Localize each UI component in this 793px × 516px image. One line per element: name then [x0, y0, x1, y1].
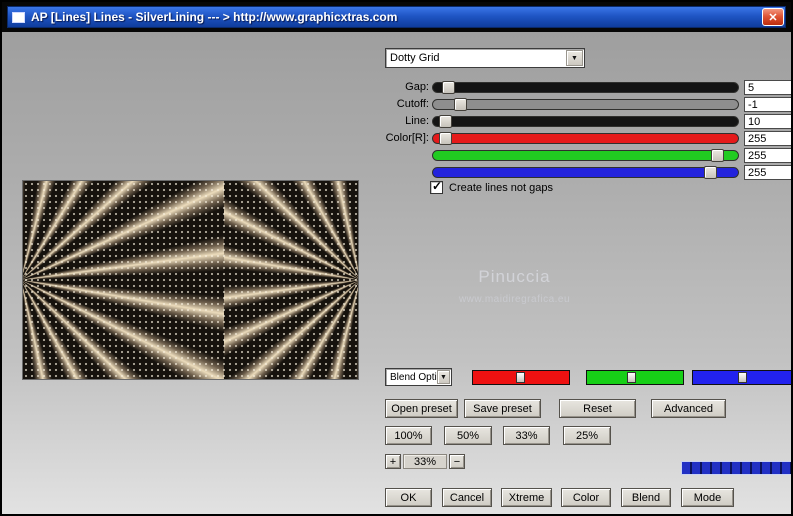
advanced-button[interactable]: Advanced — [651, 399, 726, 418]
color-b-slider[interactable] — [432, 166, 739, 179]
titlebar[interactable]: AP [Lines] Lines - SilverLining --- > ht… — [7, 6, 786, 28]
close-icon: ✕ — [768, 11, 778, 24]
cutoff-slider-handle[interactable] — [454, 98, 468, 111]
cutoff-label: Cutoff: — [396, 98, 429, 110]
color-g-value-field[interactable] — [744, 148, 791, 163]
zoom-level-display: 33% — [403, 454, 447, 469]
line-value-field[interactable] — [744, 114, 791, 129]
gap-slider-handle[interactable] — [442, 81, 456, 94]
plugin-dialog: AP [Lines] Lines - SilverLining --- > ht… — [0, 0, 793, 516]
ok-button[interactable]: OK — [385, 488, 432, 507]
param-row-gap: Gap: — [377, 80, 791, 96]
line-label: Line: — [405, 115, 429, 127]
blend-red-slider[interactable] — [472, 370, 570, 385]
line-slider-handle[interactable] — [439, 115, 453, 128]
progress-bar — [681, 461, 791, 475]
color-g-slider[interactable] — [432, 149, 739, 162]
watermark: Pinuccia www.maidiregrafica.eu — [407, 267, 622, 305]
chevron-down-icon[interactable]: ▼ — [566, 50, 583, 66]
cutoff-slider[interactable] — [432, 98, 739, 111]
param-row-color-r: Color[R]: — [377, 131, 791, 147]
color-r-label: Color[R]: — [385, 132, 429, 144]
reset-button[interactable]: Reset — [559, 399, 636, 418]
close-button[interactable]: ✕ — [762, 8, 784, 26]
check-icon: ✓ — [432, 179, 443, 193]
blend-blue-slider[interactable] — [692, 370, 791, 385]
color-b-value-field[interactable] — [744, 165, 791, 180]
cutoff-value-field[interactable] — [744, 97, 791, 112]
watermark-url: www.maidiregrafica.eu — [458, 294, 571, 305]
preset-dropdown[interactable]: Dotty Grid ▼ — [385, 48, 585, 68]
save-preset-button[interactable]: Save preset — [464, 399, 541, 418]
color-button[interactable]: Color — [561, 488, 611, 507]
gap-label: Gap: — [405, 81, 429, 93]
blend-green-slider-thumb[interactable] — [627, 372, 637, 383]
color-r-slider[interactable] — [432, 132, 739, 145]
zoom-50-button[interactable]: 50% — [444, 426, 492, 445]
blend-green-slider[interactable] — [586, 370, 684, 385]
blend-red-slider-thumb[interactable] — [516, 372, 526, 383]
zoom-out-button[interactable]: − — [449, 454, 465, 469]
checkbox-label: Create lines not gaps — [449, 181, 553, 194]
preview-image — [22, 180, 359, 380]
gap-value-field[interactable] — [744, 80, 791, 95]
color-b-slider-handle[interactable] — [704, 166, 718, 179]
mode-button[interactable]: Mode — [681, 488, 734, 507]
checkbox-box[interactable]: ✓ — [430, 179, 443, 194]
watermark-name: Pinuccia — [478, 267, 551, 286]
blend-blue-slider-thumb[interactable] — [738, 372, 748, 383]
blend-options-value: Blend Opti — [390, 371, 437, 383]
create-lines-checkbox[interactable]: ✓ Create lines not gaps — [430, 179, 553, 194]
cancel-button[interactable]: Cancel — [442, 488, 492, 507]
window-icon — [12, 11, 25, 23]
zoom-in-button[interactable]: + — [385, 454, 401, 469]
xtreme-button[interactable]: Xtreme — [501, 488, 552, 507]
preset-dropdown-value: Dotty Grid — [390, 52, 440, 64]
zoom-33-button[interactable]: 33% — [503, 426, 550, 445]
zoom-100-button[interactable]: 100% — [385, 426, 432, 445]
color-r-value-field[interactable] — [744, 131, 791, 146]
blend-button[interactable]: Blend — [621, 488, 671, 507]
color-r-slider-handle[interactable] — [439, 132, 453, 145]
chevron-down-icon[interactable]: ▼ — [437, 370, 450, 384]
open-preset-button[interactable]: Open preset — [385, 399, 458, 418]
blend-options-dropdown[interactable]: Blend Opti ▼ — [385, 368, 452, 386]
param-row-cutoff: Cutoff: — [377, 97, 791, 113]
line-slider[interactable] — [432, 115, 739, 128]
param-row-line: Line: — [377, 114, 791, 130]
window-title: AP [Lines] Lines - SilverLining --- > ht… — [31, 10, 398, 24]
zoom-25-button[interactable]: 25% — [563, 426, 611, 445]
gap-slider[interactable] — [432, 81, 739, 94]
color-g-slider-handle[interactable] — [710, 149, 724, 162]
param-row-color-g — [377, 148, 791, 164]
